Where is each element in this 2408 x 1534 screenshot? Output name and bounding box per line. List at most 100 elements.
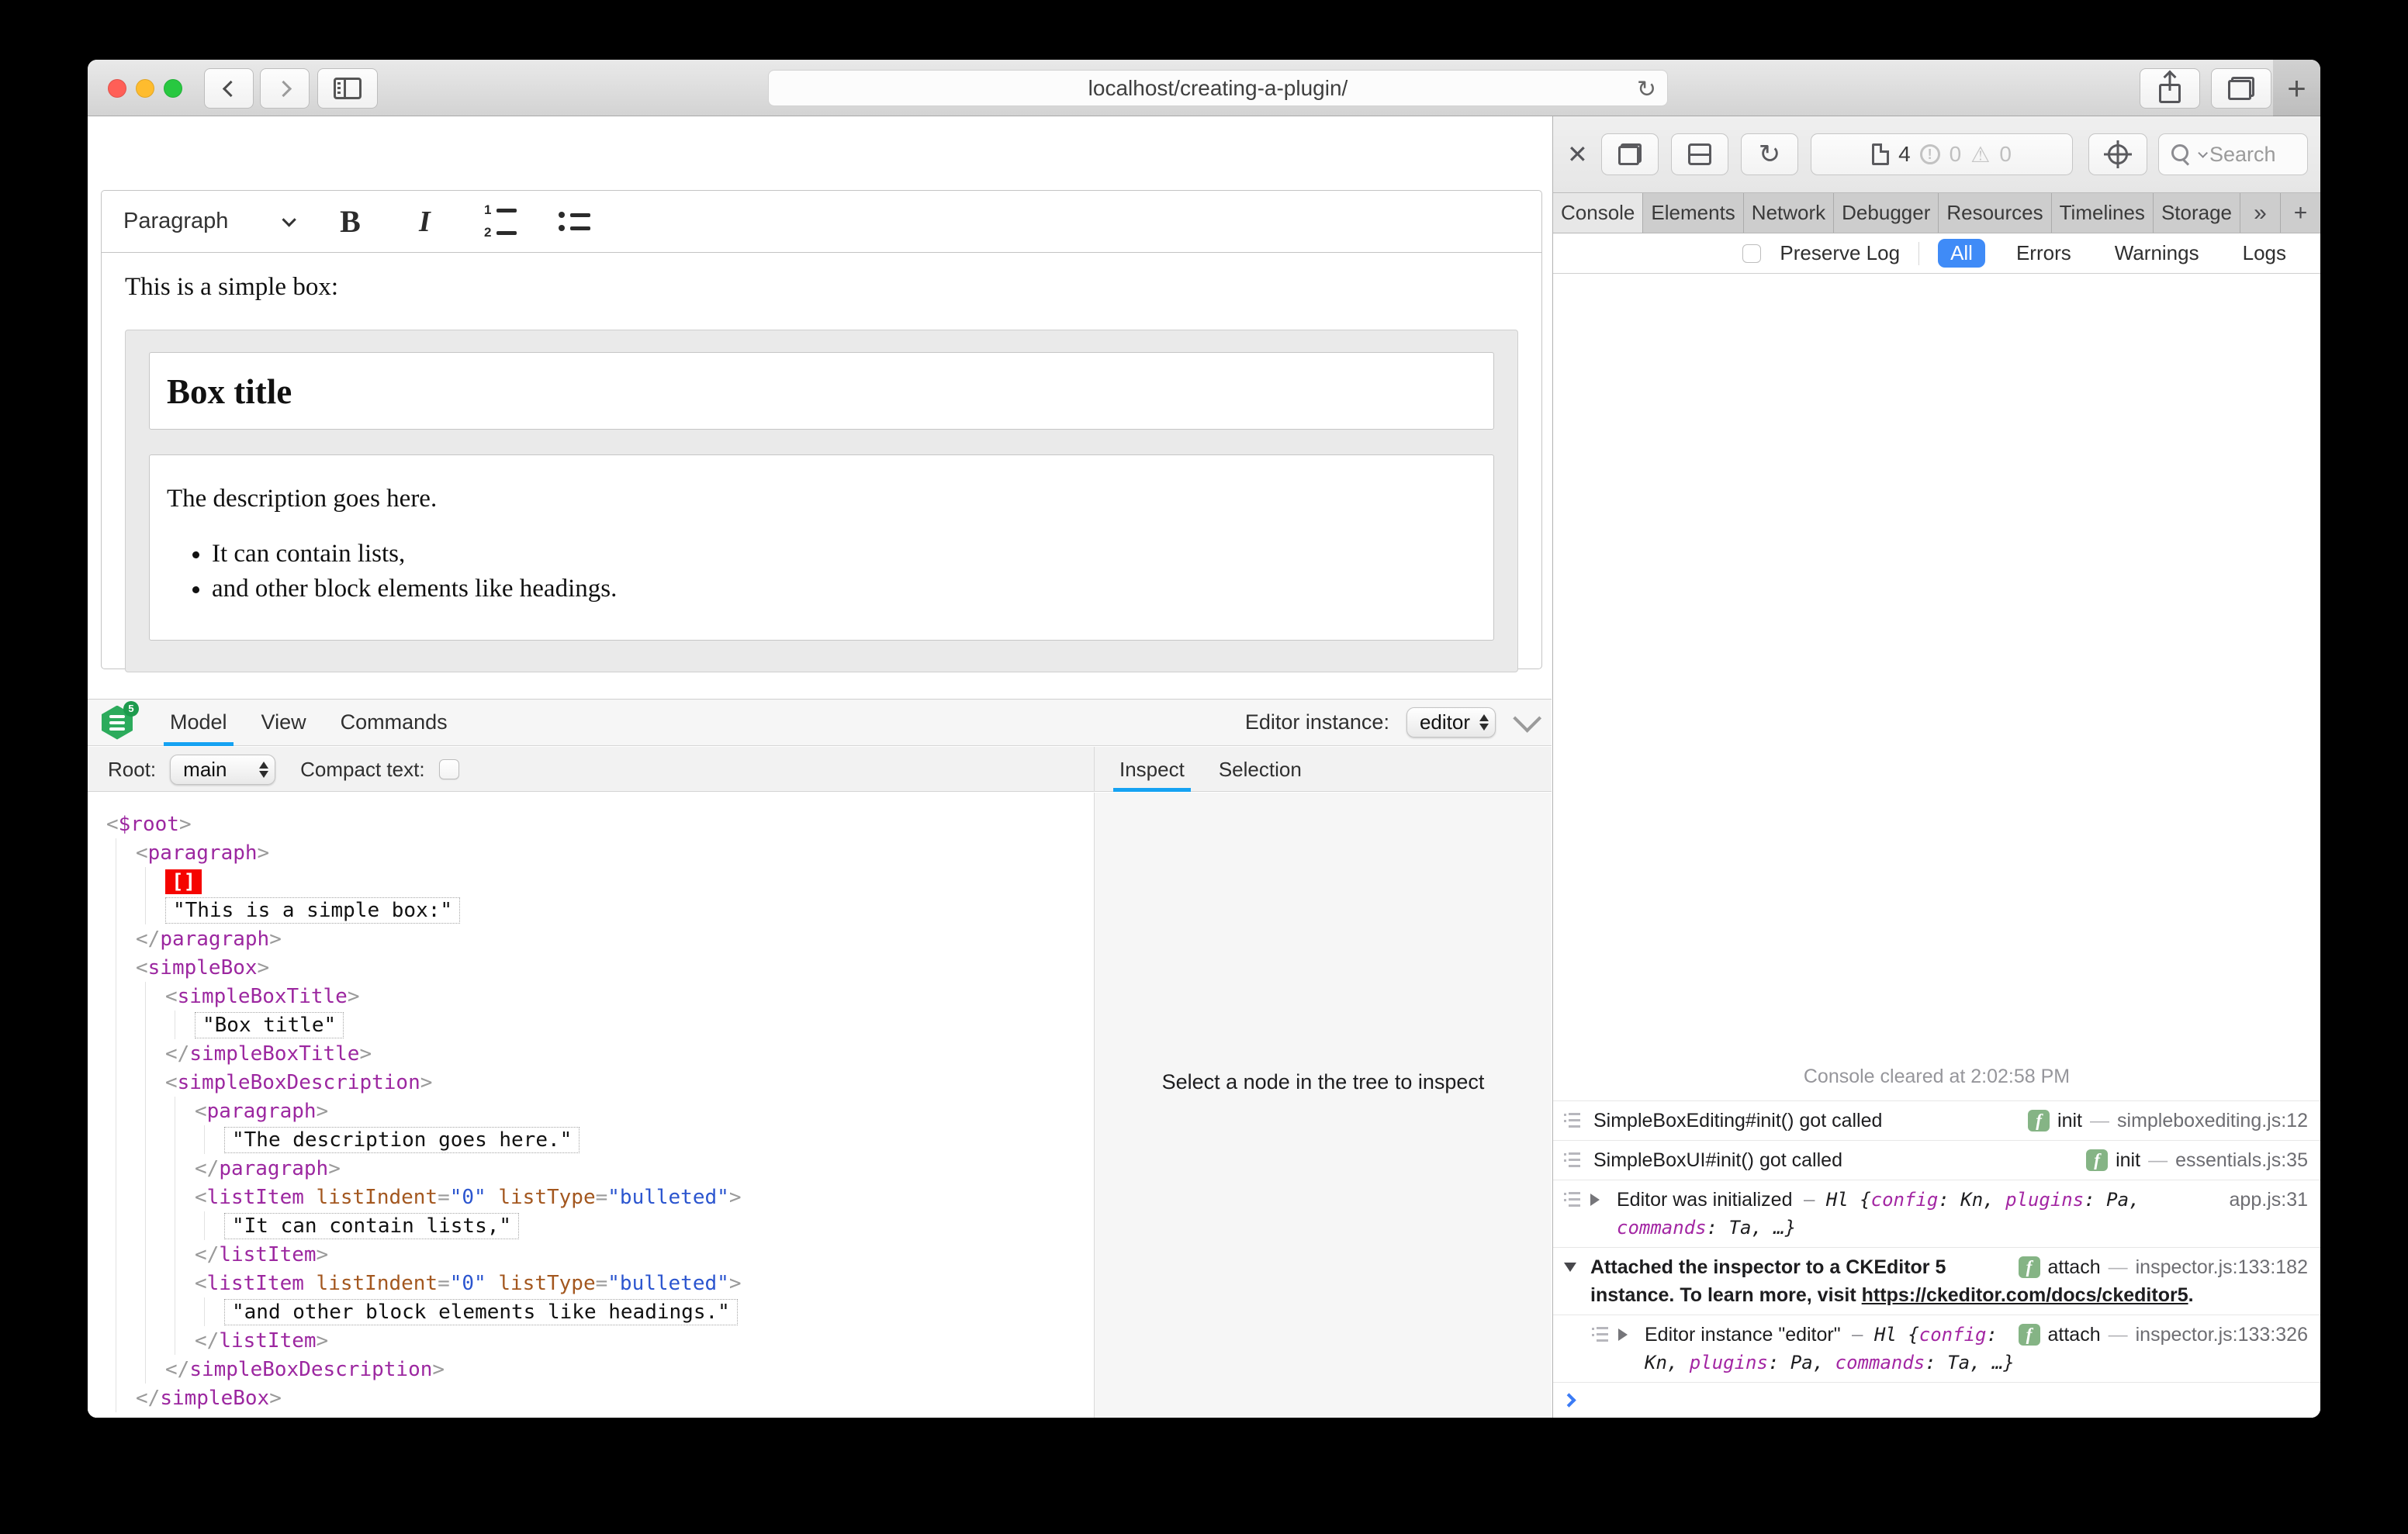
- console-pane[interactable]: Console cleared at 2:02:58 PM f init — simp…: [1553, 274, 2320, 1418]
- side-tab-selection[interactable]: Selection: [1202, 747, 1319, 792]
- inspector-tab-timelines[interactable]: Timelines: [2052, 193, 2154, 233]
- tree-selection-marker[interactable]: []: [165, 867, 1094, 896]
- inspector-tab-debugger[interactable]: Debugger: [1834, 193, 1939, 233]
- inspector-tab-model[interactable]: Model: [153, 700, 244, 746]
- tree-tag-open-simpleBoxTitle[interactable]: < simpleBoxTitle >: [165, 982, 1094, 1011]
- reload-page-button[interactable]: ↻: [1741, 133, 1798, 175]
- inspector-tab-resources[interactable]: Resources: [1939, 193, 2052, 233]
- tree-text-node[interactable]: "Box title": [195, 1011, 1094, 1039]
- filter-pill-warnings[interactable]: Warnings: [2102, 239, 2212, 268]
- inspector-tab-view[interactable]: View: [244, 700, 323, 746]
- inspector-tab-storage[interactable]: Storage: [2154, 193, 2241, 233]
- forward-button[interactable]: [260, 68, 310, 109]
- reload-icon[interactable]: ↻: [1637, 76, 1656, 103]
- tree-tag-close-paragraph[interactable]: </paragraph >: [136, 924, 1094, 953]
- tree-text-node[interactable]: "It can contain lists,": [224, 1211, 1094, 1240]
- filter-pill-errors[interactable]: Errors: [2004, 239, 2084, 268]
- bulleted-list-button[interactable]: [557, 200, 591, 244]
- simple-box-description[interactable]: The description goes here. It can contai…: [149, 454, 1494, 641]
- collapse-inspector-chevron-icon[interactable]: [1513, 703, 1542, 733]
- console-prompt[interactable]: [1553, 1382, 2320, 1418]
- tree-tag-open-paragraph[interactable]: < paragraph >: [195, 1097, 1094, 1125]
- preserve-log-label: Preserve Log: [1780, 241, 1901, 264]
- tree-text-node[interactable]: "The description goes here.": [224, 1125, 1094, 1154]
- tree-tag-close-simpleBoxDescription[interactable]: </simpleBoxDescription >: [165, 1355, 1094, 1384]
- text-node-value[interactable]: "This is a simple box:": [165, 897, 461, 924]
- inspector-header: 5 Model View Commands Editor instance: edi…: [88, 700, 1552, 746]
- simple-box-title[interactable]: Box title: [149, 352, 1494, 430]
- tree-text-node[interactable]: "and other block elements like headings.…: [224, 1297, 1094, 1326]
- search-input[interactable]: [2209, 142, 2296, 167]
- inspector-search-field[interactable]: [2158, 133, 2308, 175]
- filter-pill-all[interactable]: All: [1938, 239, 1985, 268]
- compact-text-checkbox[interactable]: [438, 759, 459, 779]
- text-node-value[interactable]: "The description goes here.": [224, 1126, 580, 1153]
- source-location-link[interactable]: inspector.js:133:326: [2136, 1321, 2308, 1349]
- tree-tag-close-listItem[interactable]: </listItem >: [195, 1240, 1094, 1269]
- source-location-link[interactable]: essentials.js:35: [2175, 1146, 2308, 1174]
- tree-tag-close-simpleBoxTitle[interactable]: </simpleBoxTitle >: [165, 1039, 1094, 1068]
- web-inspector: ✕ ↻ 4 ! 0 ⚠ 0 Search Console Elements Ne…: [1552, 116, 2320, 1418]
- back-button[interactable]: [204, 68, 254, 109]
- share-button[interactable]: [2140, 68, 2200, 109]
- list-item[interactable]: and other block elements like headings.: [212, 575, 1476, 603]
- resource-status-button[interactable]: 4 ! 0 ⚠ 0: [1811, 133, 2073, 175]
- chevron-down-icon: [282, 212, 297, 227]
- dock-inspector-button[interactable]: [1671, 133, 1728, 175]
- disclosure-closed-icon[interactable]: [1590, 1194, 1600, 1206]
- description-paragraph[interactable]: The description goes here.: [167, 485, 1476, 513]
- sidebar-toggle-button[interactable]: [317, 68, 378, 109]
- description-list[interactable]: It can contain lists, and other block ele…: [212, 540, 1476, 603]
- source-location-link[interactable]: inspector.js:133:182: [2136, 1253, 2308, 1281]
- tree-tag-close-simpleBox[interactable]: </simpleBox >: [136, 1384, 1094, 1412]
- text-node-value[interactable]: "and other block elements like headings.…: [224, 1298, 738, 1325]
- close-window-button[interactable]: [108, 79, 126, 98]
- tree-text-node[interactable]: "This is a simple box:": [165, 896, 1094, 924]
- intro-paragraph[interactable]: This is a simple box:: [125, 273, 1518, 302]
- model-tree[interactable]: < $root > < paragraph >[] "This is a simple bo…: [88, 793, 1094, 1418]
- more-tabs-icon[interactable]: »: [2240, 193, 2282, 233]
- paragraph-style-dropdown[interactable]: Paragraph: [123, 209, 297, 234]
- browser-titlebar[interactable]: localhost/creating-a-plugin/ ↻ +: [88, 60, 2320, 116]
- italic-button[interactable]: I: [407, 200, 441, 244]
- disclosure-closed-icon[interactable]: [1618, 1328, 1628, 1341]
- inspector-tab-console[interactable]: Console: [1553, 193, 1644, 233]
- tree-tag-open-paragraph[interactable]: < paragraph >: [136, 838, 1094, 867]
- tree-tag-close-paragraph[interactable]: </paragraph >: [195, 1154, 1094, 1183]
- tree-tag-close-listItem[interactable]: </listItem >: [195, 1326, 1094, 1355]
- address-bar[interactable]: localhost/creating-a-plugin/ ↻: [768, 70, 1668, 106]
- element-picker-button[interactable]: [2088, 133, 2147, 175]
- tab-overview-button[interactable]: [2211, 68, 2271, 109]
- new-inspector-tab-icon[interactable]: +: [2281, 193, 2320, 233]
- text-node-value[interactable]: "Box title": [195, 1011, 344, 1038]
- zoom-window-button[interactable]: [164, 79, 182, 98]
- bold-button[interactable]: B: [333, 200, 367, 244]
- docs-link[interactable]: https://ckeditor.com/docs/ckeditor5: [1862, 1284, 2188, 1306]
- tree-tag-close-root[interactable]: </$root>: [106, 1412, 1094, 1418]
- tree-tag-open-simpleBox[interactable]: < simpleBox >: [136, 953, 1094, 982]
- close-inspector-button[interactable]: ✕: [1567, 140, 1588, 169]
- numbered-list-button[interactable]: 1 2: [482, 200, 517, 244]
- editor-editable-area[interactable]: This is a simple box: Box title The desc…: [102, 253, 1541, 693]
- disclosure-open-icon[interactable]: [1564, 1263, 1576, 1272]
- simple-box-widget[interactable]: Box title The description goes here. It …: [125, 330, 1518, 672]
- list-item[interactable]: It can contain lists,: [212, 540, 1476, 568]
- inspector-tab-elements[interactable]: Elements: [1643, 193, 1744, 233]
- tree-tag-open-listItem[interactable]: < listItem listIndent = "0" listType = "bulle…: [195, 1183, 1094, 1211]
- source-location-link[interactable]: app.js:31: [2230, 1186, 2308, 1214]
- filter-pill-logs[interactable]: Logs: [2230, 239, 2299, 268]
- root-select[interactable]: main: [170, 754, 276, 785]
- tree-tag-open-root[interactable]: < $root >: [106, 810, 1094, 838]
- tree-tag-open-listItem[interactable]: < listItem listIndent = "0" listType = "bulle…: [195, 1269, 1094, 1297]
- new-tab-button[interactable]: +: [2273, 60, 2320, 116]
- source-location-link[interactable]: simpleboxediting.js:12: [2117, 1107, 2308, 1135]
- inspector-tab-commands[interactable]: Commands: [323, 700, 465, 746]
- preserve-log-checkbox[interactable]: [1742, 244, 1762, 263]
- minimize-window-button[interactable]: [136, 79, 154, 98]
- detach-inspector-button[interactable]: [1601, 133, 1659, 175]
- side-tab-inspect[interactable]: Inspect: [1102, 747, 1202, 792]
- tree-tag-open-simpleBoxDescription[interactable]: < simpleBoxDescription >: [165, 1068, 1094, 1097]
- text-node-value[interactable]: "It can contain lists,": [224, 1212, 520, 1239]
- inspector-tab-network[interactable]: Network: [1744, 193, 1835, 233]
- editor-instance-select[interactable]: editor: [1406, 707, 1496, 738]
